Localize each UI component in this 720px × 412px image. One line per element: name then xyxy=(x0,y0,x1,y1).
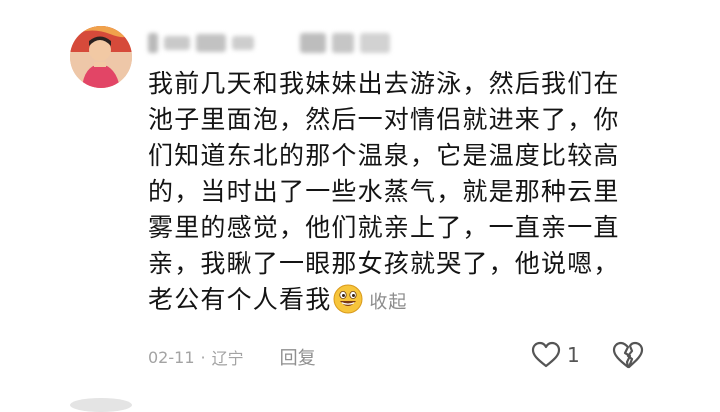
comment-text: 我前几天和我妹妹出去游泳，然后我们在 池子里面泡，然后一对情侣就进来了，你 们知… xyxy=(148,66,658,321)
heart-icon xyxy=(531,341,561,368)
comment-line: 我前几天和我妹妹出去游泳，然后我们在 xyxy=(148,69,620,98)
collapse-link[interactable]: 收起 xyxy=(369,292,407,313)
dislike-button[interactable] xyxy=(612,340,644,374)
comment-line: 老公有个人看我 xyxy=(148,285,332,314)
user-avatar[interactable] xyxy=(70,26,132,88)
grinning-face-emoji-icon xyxy=(333,284,363,314)
comment-location: 辽宁 xyxy=(211,349,244,368)
avatar-image xyxy=(70,26,132,88)
like-count: 1 xyxy=(567,343,580,367)
reply-button[interactable]: 回复 xyxy=(280,344,316,370)
next-comment-avatar-edge xyxy=(70,398,132,412)
comment-line: 雾里的感觉，他们就亲上了，一直亲一直 xyxy=(148,213,620,242)
comment-line: 们知道东北的那个温泉，它是温度比较高 xyxy=(148,141,620,170)
meta-separator: · xyxy=(200,347,206,367)
broken-heart-icon xyxy=(612,341,644,369)
comment-last-line: 老公有个人看我 收起 xyxy=(148,282,658,321)
comment-meta: 02-11 · 辽宁 回复 xyxy=(148,344,316,370)
comment-date: 02-11 xyxy=(148,347,195,367)
like-button[interactable]: 1 xyxy=(531,341,580,369)
username-blurred[interactable] xyxy=(148,30,390,56)
comment-line: 亲，我瞅了一眼那女孩就哭了，他说嗯， xyxy=(148,249,620,278)
comment-line: 的，当时出了一些水蒸气，就是那种云里 xyxy=(148,177,620,206)
comment-line: 池子里面泡，然后一对情侣就进来了，你 xyxy=(148,105,620,134)
